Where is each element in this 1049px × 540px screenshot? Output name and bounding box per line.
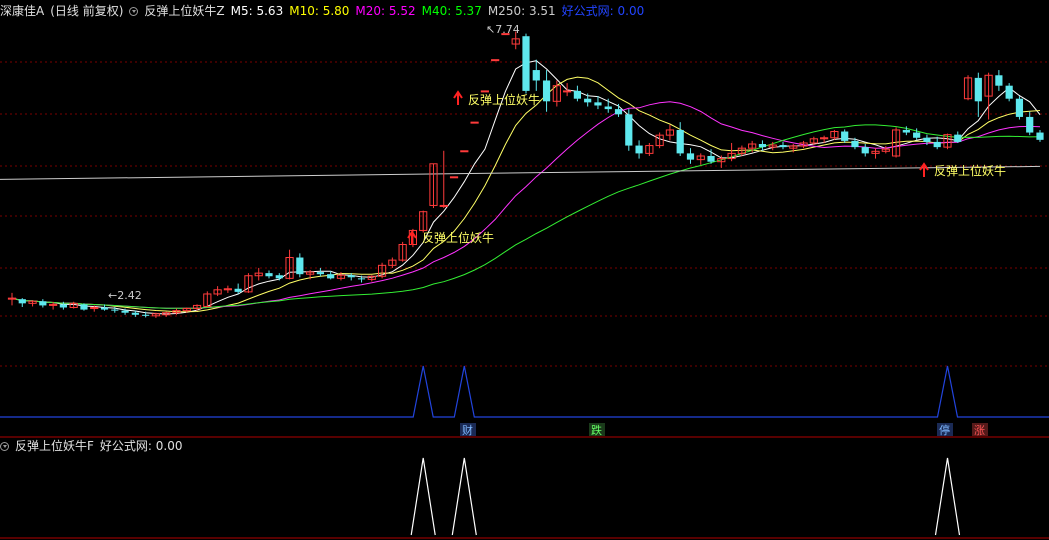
up-arrow-icon: [453, 90, 463, 105]
candle-body: [121, 310, 129, 313]
candle-body: [18, 299, 26, 304]
candle-body: [470, 121, 479, 124]
candle-body: [913, 132, 921, 138]
ma5-value: M5: 5.63: [230, 4, 284, 18]
sub-header: 反弹上位妖牛F 好公式网: 0.00: [0, 437, 188, 455]
high-price-label: ↖7.74: [486, 23, 520, 36]
indicator-line: [410, 457, 961, 536]
candle-body: [522, 36, 530, 91]
candle-body: [80, 304, 88, 310]
candle-body: [111, 309, 119, 311]
marker-cai: 财: [460, 423, 476, 437]
candle-body: [357, 278, 366, 280]
candle-body: [1036, 132, 1044, 140]
candle-body: [542, 80, 551, 102]
stock-name[interactable]: 深康佳A: [0, 4, 44, 18]
svg-text:跌: 跌: [591, 423, 602, 437]
signal-annotation-3: 反弹上位妖牛: [919, 162, 1006, 178]
candle-body: [954, 134, 962, 142]
signal-label: 反弹上位妖牛: [422, 230, 494, 245]
candle-body: [614, 109, 623, 115]
candle-body: [625, 114, 633, 146]
candle-body: [686, 153, 695, 160]
svg-text:财: 财: [462, 423, 473, 437]
signal-label: 反弹上位妖牛: [468, 92, 540, 107]
candle-body: [841, 131, 849, 141]
candle-body: [131, 312, 139, 315]
svg-text:涨: 涨: [974, 424, 985, 437]
signal-annotation-2: 反弹上位妖牛: [407, 230, 494, 245]
candle-body: [758, 144, 767, 148]
ma40-value: M40: 5.37: [421, 4, 482, 18]
grid-lines: [0, 61, 1049, 539]
signal-label: 反弹上位妖牛: [934, 163, 1006, 178]
candle-body: [39, 301, 47, 306]
candle-body: [923, 137, 931, 142]
candle-body: [265, 273, 273, 277]
candle-body: [491, 59, 500, 62]
marker-zhang: 涨: [972, 423, 988, 437]
ma10-value: M10: 5.80: [289, 4, 350, 18]
candle-body: [234, 288, 242, 292]
signal-panel: [0, 365, 1049, 418]
candle-body: [532, 70, 540, 81]
candle-body: [933, 141, 941, 148]
candle-body: [316, 272, 324, 275]
low-price-label: ←2.42: [108, 289, 142, 302]
candle-body: [1005, 85, 1013, 99]
candle-body: [604, 106, 612, 110]
candle-body: [902, 129, 910, 133]
candle-body: [460, 150, 469, 153]
candle-body: [573, 90, 581, 99]
candle-body: [594, 102, 602, 106]
candle-body: [296, 257, 304, 275]
candle-body: [635, 145, 643, 154]
candle-body: [995, 75, 1003, 86]
candle-body: [584, 98, 592, 103]
ma10-line: [11, 76, 1041, 313]
candle-body: [563, 90, 572, 93]
indicator-panel: [410, 457, 961, 536]
candlesticks: [7, 31, 1044, 318]
candle-body: [449, 176, 459, 179]
candle-body: [100, 307, 109, 310]
candle-body: [974, 77, 982, 102]
dropdown-circle-icon[interactable]: [129, 7, 139, 16]
dropdown-circle-icon[interactable]: [0, 442, 9, 451]
candle-body: [480, 90, 489, 93]
candle-body: [779, 145, 787, 148]
indicator-name[interactable]: 反弹上位妖牛Z: [144, 4, 224, 18]
candle-body: [707, 155, 715, 162]
ma250-value: M250: 3.51: [487, 4, 556, 18]
main-header: 深康佳A (日线 前复权) 反弹上位妖牛Z M5: 5.63 M10: 5.80 M20:…: [0, 2, 650, 20]
candle-body: [1015, 98, 1024, 117]
sub-indicator-name[interactable]: 反弹上位妖牛F: [15, 439, 94, 453]
candle-body: [676, 129, 684, 154]
signal-annotation-1: 反弹上位妖牛: [453, 90, 540, 107]
candle-body: [142, 314, 150, 316]
candle-body: [347, 275, 355, 278]
ma250-line: [0, 165, 1041, 180]
marker-die: 跌: [589, 423, 605, 437]
candle-body: [851, 140, 859, 148]
candle-body: [861, 147, 869, 154]
ma20-value: M20: 5.52: [355, 4, 416, 18]
marker-ting: 停: [937, 423, 953, 437]
candle-body: [275, 275, 283, 279]
candle-body: [327, 274, 335, 279]
candle-body: [59, 304, 67, 308]
chart-stage: ↖7.74 ←2.42 反弹上位妖牛 反弹上位妖牛 反弹上位妖牛 财 跌 停 涨…: [0, 0, 1049, 540]
svg-text:停: 停: [939, 423, 950, 437]
site-value: 好公式网: 0.00: [561, 4, 645, 18]
candle-body: [439, 204, 448, 207]
sub-site-value: 好公式网: 0.00: [99, 439, 183, 453]
period-label[interactable]: (日线 前复权): [50, 4, 123, 18]
candle-body: [1026, 116, 1034, 133]
signal-line: [0, 365, 1049, 418]
ma20-line: [11, 101, 1041, 309]
kline-chart[interactable]: ↖7.74 ←2.42 反弹上位妖牛 反弹上位妖牛 反弹上位妖牛 财 跌 停 涨: [0, 0, 1049, 540]
